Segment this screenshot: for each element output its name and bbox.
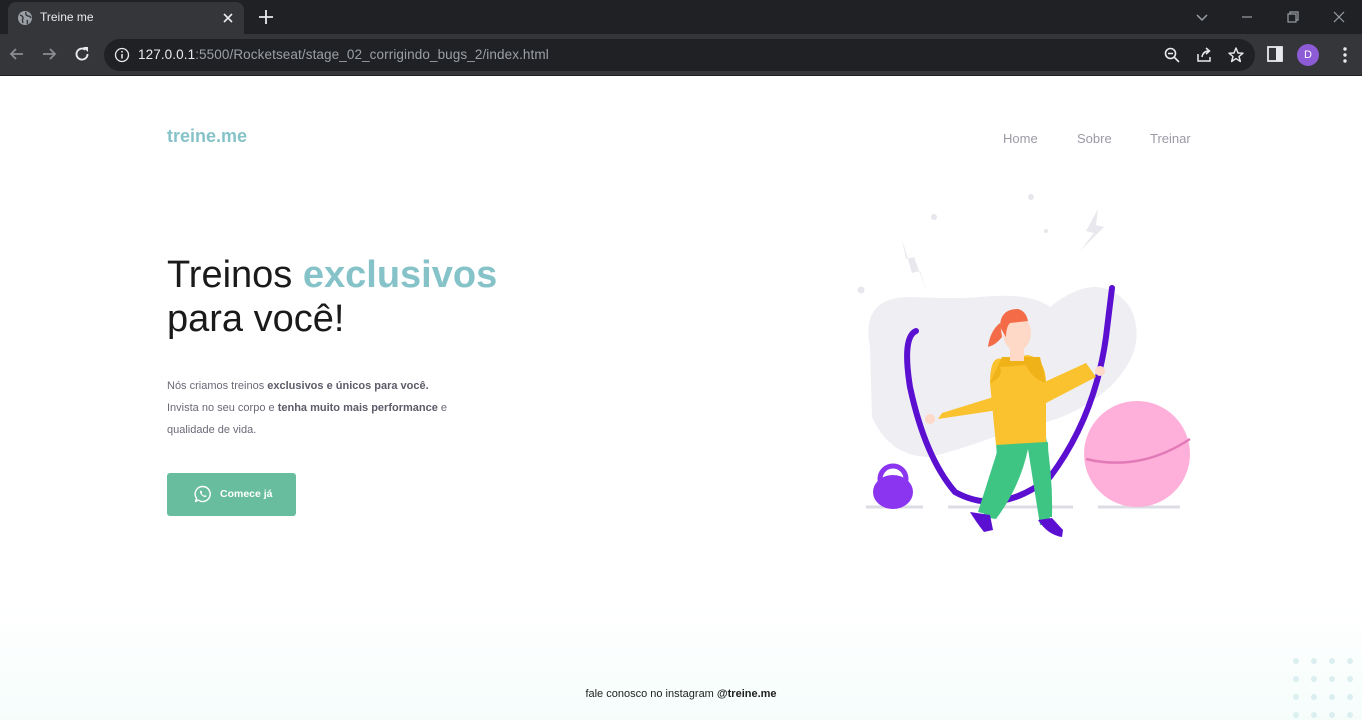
exercise-ball: [1084, 401, 1190, 507]
browser-tab[interactable]: Treine me: [8, 2, 244, 34]
browser-menu-icon[interactable]: [1336, 45, 1354, 65]
reload-icon[interactable]: [71, 43, 93, 65]
close-window-icon[interactable]: [1328, 6, 1350, 28]
hero-line2-bold: tenha muito mais performance: [277, 402, 438, 414]
comece-ja-button[interactable]: Comece já: [167, 473, 296, 516]
lightning-icon: [902, 239, 928, 295]
page-viewport: treine.me Home Sobre Treinar Treinos exc…: [0, 77, 1362, 720]
address-bar[interactable]: 127.0.0.1:5500/Rocketseat/stage_02_corri…: [104, 39, 1255, 71]
footer-contact: fale conosco no instagram @treine.me: [0, 688, 1362, 700]
browser-tab-bar: Treine me: [0, 0, 1362, 34]
site-logo[interactable]: treine.me: [167, 126, 247, 147]
browser-toolbar: 127.0.0.1:5500/Rocketseat/stage_02_corri…: [0, 34, 1362, 76]
url-host: 127.0.0.1: [138, 47, 196, 62]
close-tab-icon[interactable]: [220, 10, 236, 26]
hero-title-part1: Treinos: [167, 254, 303, 296]
nav-link-sobre[interactable]: Sobre: [1077, 131, 1112, 146]
sparkle-dot: [931, 214, 937, 220]
right-hand: [1095, 366, 1105, 376]
minimize-icon[interactable]: [1236, 6, 1258, 28]
left-shoe: [970, 512, 993, 532]
hero-line2-end: e: [437, 402, 448, 414]
url-text: 127.0.0.1:5500/Rocketseat/stage_02_corri…: [138, 47, 549, 62]
hero-title: Treinos exclusivos para você!: [167, 253, 497, 341]
hero-title-part2: para você!: [167, 298, 345, 340]
comece-ja-label: Comece já: [220, 488, 273, 500]
hero-line3-text: qualidade de vida.: [167, 424, 257, 436]
profile-avatar[interactable]: D: [1297, 44, 1319, 66]
nav-link-treinar[interactable]: Treinar: [1150, 131, 1191, 146]
footer-background: [0, 607, 1362, 720]
lightning-icon: [1080, 209, 1104, 251]
back-icon[interactable]: [6, 43, 28, 65]
tab-search-icon[interactable]: [1191, 6, 1213, 28]
sparkle-dot: [1044, 229, 1048, 233]
footer-text: fale conosco no instagram: [585, 688, 717, 700]
instagram-handle[interactable]: @treine.me: [717, 688, 777, 700]
bookmark-star-icon[interactable]: [1227, 46, 1245, 64]
zoom-icon[interactable]: [1163, 46, 1181, 64]
kettlebell: [873, 475, 913, 509]
right-shoe: [1038, 518, 1063, 537]
hero-line1-text: Nós criamos treinos: [167, 380, 268, 392]
decorative-dots: [1293, 658, 1353, 718]
nav-link-home[interactable]: Home: [1003, 131, 1038, 146]
hero-line2-text: Invista no seu corpo e: [167, 402, 278, 414]
share-icon[interactable]: [1195, 46, 1213, 64]
sparkle-dot: [1028, 194, 1034, 200]
whatsapp-icon: [194, 485, 211, 503]
hero-illustration: [857, 194, 1191, 537]
sparkle-dot: [857, 286, 865, 294]
new-tab-icon[interactable]: [256, 7, 276, 27]
tab-title: Treine me: [40, 10, 94, 24]
site-info-icon[interactable]: [114, 47, 130, 63]
hero-title-accent: exclusivos: [302, 254, 498, 296]
url-path: :5500/Rocketseat/stage_02_corrigindo_bug…: [195, 47, 549, 62]
globe-icon: [18, 11, 32, 25]
hero-line1-bold: exclusivos e únicos para você.: [267, 380, 429, 392]
hero-description: Nós criamos treinos exclusivos e únicos …: [167, 375, 447, 441]
side-panel-icon[interactable]: [1266, 45, 1284, 63]
restore-icon[interactable]: [1282, 6, 1304, 28]
forward-icon[interactable]: [38, 43, 60, 65]
left-hand: [925, 414, 935, 424]
